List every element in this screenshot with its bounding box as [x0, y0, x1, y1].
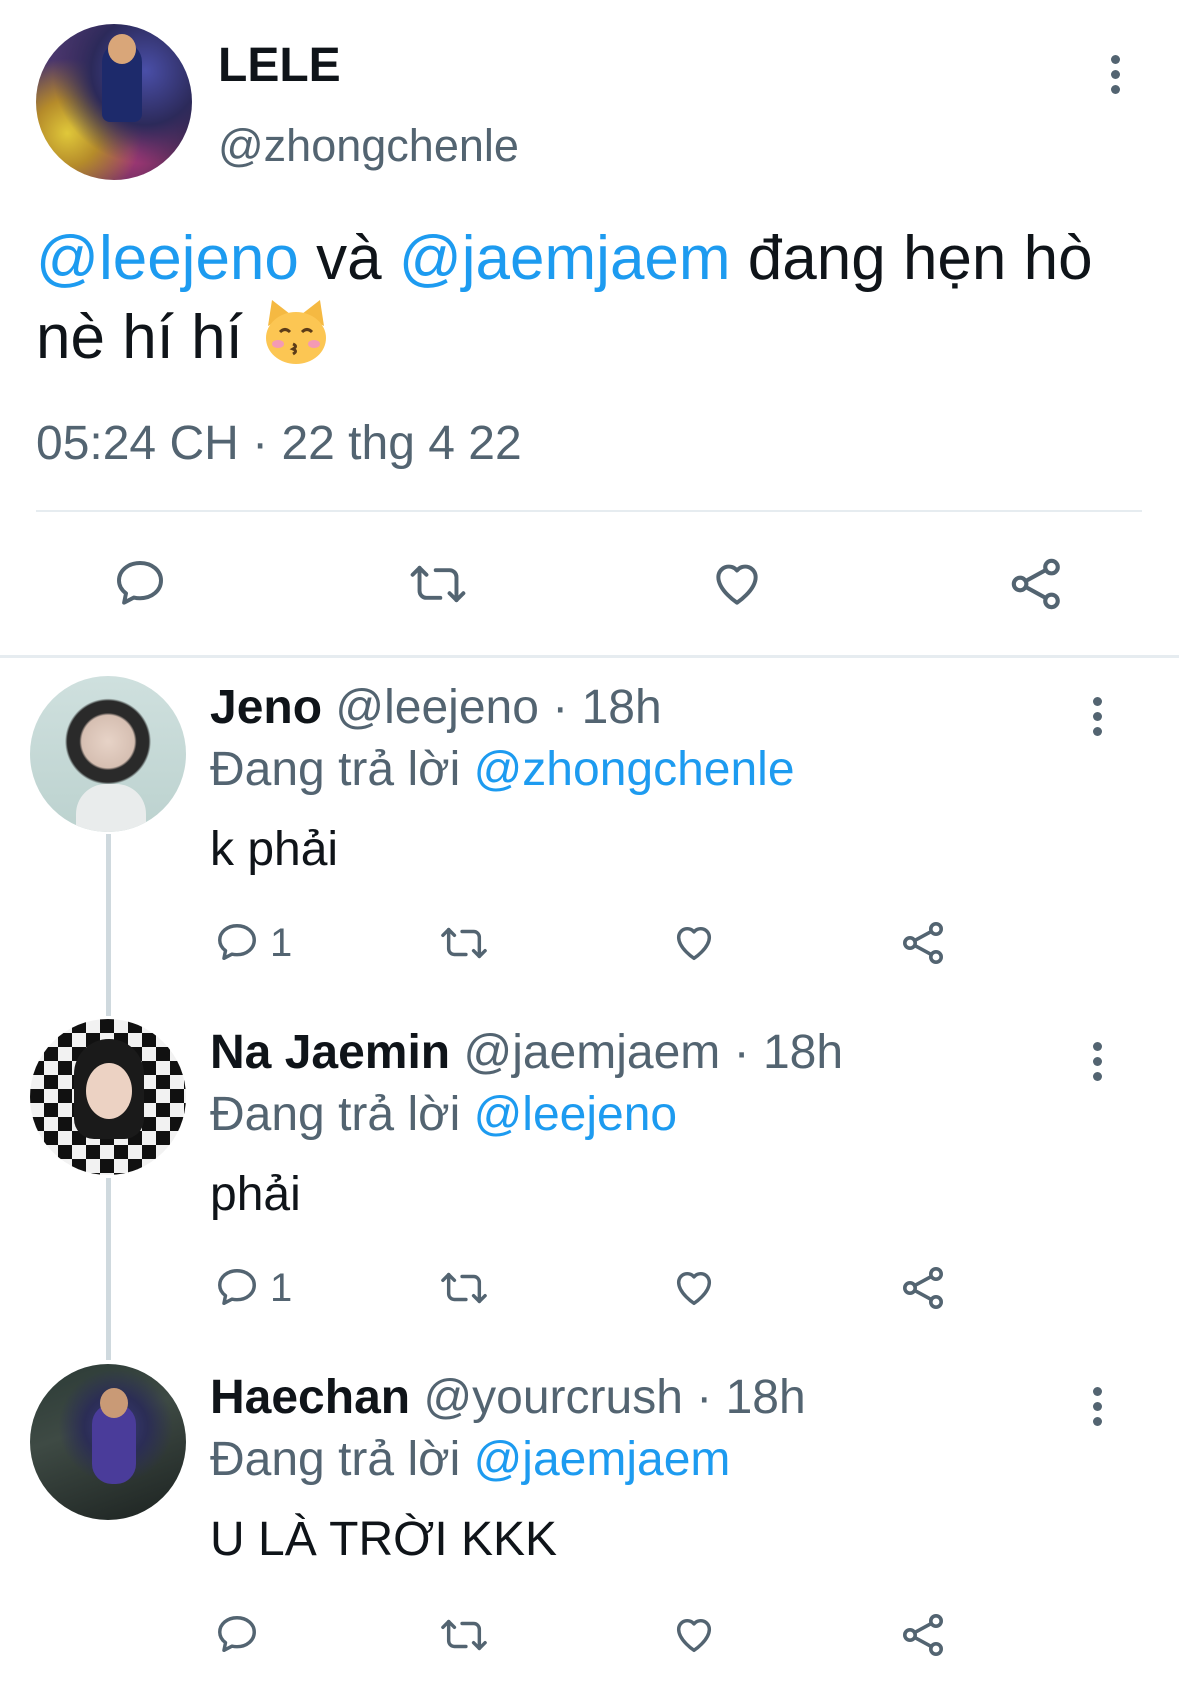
like-icon [676, 1618, 712, 1653]
reply-count: 1 [270, 1265, 293, 1310]
share-icon [903, 922, 943, 964]
reply-button[interactable]: 1 [214, 1265, 292, 1311]
main-tweet: LELE @zhongchenle @leejeno và @jaemjaem … [0, 0, 1179, 658]
like-icon [716, 564, 758, 605]
share-button[interactable] [900, 1263, 948, 1313]
separator: · [538, 681, 582, 734]
reply-icon [117, 561, 163, 605]
like-button[interactable] [670, 1612, 718, 1658]
avatar[interactable] [30, 676, 186, 832]
mention-link[interactable]: @leejeno [36, 224, 299, 293]
separator: · [682, 1371, 726, 1424]
reply-header: Haechan @yourcrush · 18h [210, 1370, 806, 1425]
replying-label: Đang trả lời [210, 1433, 474, 1486]
reply-icon [218, 1616, 256, 1653]
retweet-icon [441, 1272, 487, 1304]
reply-text: phải [210, 1168, 301, 1221]
reply-text: k phải [210, 823, 339, 876]
like-icon [676, 926, 712, 961]
tweet-text: @leejeno và @jaemjaem đang hẹn hò nè hí … [36, 222, 1146, 385]
display-name[interactable]: Haechan [210, 1371, 410, 1424]
avatar[interactable] [30, 1019, 186, 1175]
avatar[interactable] [36, 24, 192, 180]
reply-tweet[interactable]: Jeno @leejeno · 18h Đang trả lời @zhongc… [0, 672, 1179, 1016]
retweet-button[interactable] [438, 920, 490, 966]
more-options-icon[interactable] [1095, 44, 1135, 104]
tweet-text-part: và [298, 224, 399, 293]
retweet-icon [441, 927, 487, 959]
replying-to: Đang trả lời @zhongchenle [210, 742, 795, 797]
share-button[interactable] [1008, 554, 1066, 614]
timestamp[interactable]: 18h [763, 1026, 843, 1079]
like-button[interactable] [670, 1265, 718, 1311]
display-name[interactable]: Na Jaemin [210, 1026, 450, 1079]
mention-link[interactable]: @zhongchenle [474, 743, 795, 796]
more-options-icon[interactable] [1077, 686, 1117, 746]
reply-header: Na Jaemin @jaemjaem · 18h [210, 1025, 843, 1080]
timestamp[interactable]: 18h [726, 1371, 806, 1424]
retweet-button[interactable] [438, 1612, 490, 1658]
mention-link[interactable]: @jaemjaem [474, 1433, 731, 1486]
timestamp[interactable]: 18h [582, 681, 662, 734]
replying-label: Đang trả lời [210, 743, 474, 796]
replying-label: Đang trả lời [210, 1088, 474, 1141]
share-icon [903, 1267, 943, 1309]
share-icon [903, 1614, 943, 1656]
kissing-cat-emoji-icon [260, 296, 332, 385]
timestamp[interactable]: 05:24 CH · 22 thg 4 22 [36, 416, 522, 471]
handle[interactable]: @jaemjaem [463, 1026, 720, 1079]
retweet-button[interactable] [438, 1265, 490, 1311]
divider [0, 655, 1179, 658]
reply-text: U LÀ TRỜI KKK [210, 1513, 558, 1566]
reply-header: Jeno @leejeno · 18h [210, 680, 662, 735]
retweet-button[interactable] [408, 556, 468, 612]
mention-link[interactable]: @jaemjaem [399, 224, 731, 293]
retweet-icon [410, 565, 466, 603]
avatar-head [108, 34, 136, 64]
separator: · [720, 1026, 763, 1079]
reply-icon [218, 1269, 256, 1306]
more-options-icon[interactable] [1077, 1376, 1117, 1436]
reply-button[interactable] [112, 556, 168, 612]
replying-to: Đang trả lời @jaemjaem [210, 1432, 730, 1487]
like-icon [676, 1271, 712, 1306]
reply-button[interactable]: 1 [214, 920, 292, 966]
reply-count: 1 [270, 920, 293, 965]
display-name[interactable]: LELE [218, 38, 341, 93]
share-icon [1011, 558, 1060, 610]
display-name[interactable]: Jeno [210, 681, 322, 734]
share-button[interactable] [900, 918, 948, 968]
reply-tweet[interactable]: Haechan @yourcrush · 18h Đang trả lời @j… [0, 1362, 1179, 1686]
like-button[interactable] [670, 920, 718, 966]
divider [36, 510, 1142, 512]
handle[interactable]: @yourcrush [423, 1371, 682, 1424]
avatar[interactable] [30, 1364, 186, 1520]
mention-link[interactable]: @leejeno [474, 1088, 678, 1141]
retweet-icon [441, 1619, 487, 1651]
replying-to: Đang trả lời @leejeno [210, 1087, 677, 1142]
like-button[interactable] [708, 556, 766, 612]
reply-button[interactable] [214, 1612, 270, 1658]
reply-icon [218, 924, 256, 961]
handle[interactable]: @leejeno [335, 681, 539, 734]
more-options-icon[interactable] [1077, 1031, 1117, 1091]
reply-tweet[interactable]: Na Jaemin @jaemjaem · 18h Đang trả lời @… [0, 1017, 1179, 1361]
share-button[interactable] [900, 1610, 948, 1660]
handle[interactable]: @zhongchenle [218, 120, 519, 172]
